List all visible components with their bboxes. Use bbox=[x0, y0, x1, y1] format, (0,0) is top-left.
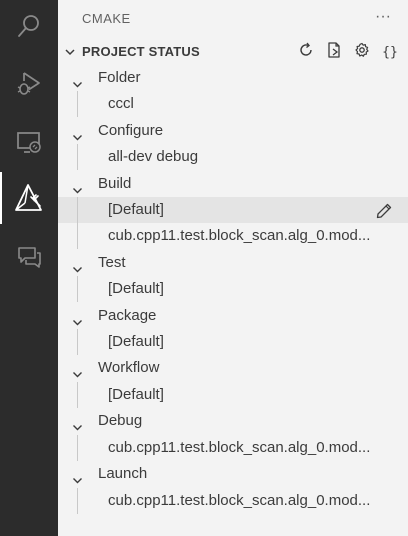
tree-item-label: Workflow bbox=[98, 359, 160, 376]
tree-item-workflow-value[interactable]: [Default] bbox=[58, 382, 408, 408]
tree-item-folder[interactable]: Folder bbox=[58, 65, 408, 91]
cmake-icon bbox=[14, 183, 44, 213]
tree-item-value: cub.cpp11.test.block_scan.alg_0.mod... bbox=[108, 439, 371, 456]
tree-item-launch-value[interactable]: cub.cpp11.test.block_scan.alg_0.mod... bbox=[58, 488, 408, 514]
tree-item-debug[interactable]: Debug bbox=[58, 408, 408, 434]
run-debug-activity-button[interactable] bbox=[0, 58, 58, 110]
settings-button[interactable] bbox=[352, 42, 372, 62]
remote-explorer-activity-button[interactable] bbox=[0, 116, 58, 168]
tree-item-debug-value[interactable]: cub.cpp11.test.block_scan.alg_0.mod... bbox=[58, 435, 408, 461]
search-icon bbox=[16, 13, 42, 39]
tree-item-value: [Default] bbox=[108, 333, 164, 350]
tree-item-build-default[interactable]: [Default] bbox=[58, 197, 408, 223]
tree-item-value: cub.cpp11.test.block_scan.alg_0.mod... bbox=[108, 227, 371, 244]
tree-item-configure[interactable]: Configure bbox=[58, 118, 408, 144]
settings-gear-icon bbox=[354, 42, 370, 63]
section-title: PROJECT STATUS bbox=[82, 44, 200, 59]
tree-item-label: Configure bbox=[98, 122, 164, 139]
tree-item-label: Build bbox=[98, 175, 132, 192]
tree-item-value: [Default] bbox=[108, 280, 164, 297]
remote-explorer-icon bbox=[15, 128, 43, 156]
tree-item-test[interactable]: Test bbox=[58, 250, 408, 276]
tree-item-value: [Default] bbox=[108, 201, 164, 218]
open-json-button[interactable]: {} bbox=[380, 42, 400, 62]
project-status-header[interactable]: PROJECT STATUS {} bbox=[58, 41, 408, 63]
tree-item-package-value[interactable]: [Default] bbox=[58, 329, 408, 355]
json-braces-icon: {} bbox=[382, 44, 398, 60]
run-debug-icon bbox=[15, 70, 43, 98]
pencil-icon bbox=[376, 203, 392, 223]
activity-bar bbox=[0, 0, 58, 536]
chat-activity-button[interactable] bbox=[0, 230, 58, 282]
tree-item-configure-value[interactable]: all-dev debug bbox=[58, 144, 408, 170]
edit-button[interactable] bbox=[376, 202, 392, 219]
new-file-icon bbox=[326, 41, 342, 63]
tree-item-workflow[interactable]: Workflow bbox=[58, 355, 408, 381]
tree-item-value: cccl bbox=[108, 95, 134, 112]
chat-icon bbox=[15, 242, 43, 270]
new-file-button[interactable] bbox=[324, 41, 344, 63]
more-actions-button[interactable]: ··· bbox=[372, 6, 394, 28]
section-actions: {} bbox=[296, 41, 400, 63]
refresh-icon bbox=[298, 42, 314, 63]
tree-item-launch[interactable]: Launch bbox=[58, 461, 408, 487]
refresh-button[interactable] bbox=[296, 42, 316, 62]
tree-item-folder-value[interactable]: cccl bbox=[58, 91, 408, 117]
chevron-down-icon bbox=[64, 45, 76, 63]
cmake-activity-button[interactable] bbox=[0, 172, 58, 224]
tree-item-package[interactable]: Package bbox=[58, 303, 408, 329]
more-icon: ··· bbox=[375, 8, 391, 25]
tree-item-label: Package bbox=[98, 307, 157, 324]
tree-item-value: cub.cpp11.test.block_scan.alg_0.mod... bbox=[108, 492, 371, 509]
tree-item-build-target[interactable]: cub.cpp11.test.block_scan.alg_0.mod... bbox=[58, 223, 408, 249]
search-activity-button[interactable] bbox=[0, 0, 58, 52]
sidebar-title: CMAKE bbox=[82, 11, 131, 26]
tree-item-value: [Default] bbox=[108, 386, 164, 403]
tree-item-label: Launch bbox=[98, 465, 148, 482]
tree-item-label: Folder bbox=[98, 69, 141, 86]
tree-item-build[interactable]: Build bbox=[58, 171, 408, 197]
tree-item-value: all-dev debug bbox=[108, 148, 199, 165]
tree-item-label: Debug bbox=[98, 412, 143, 429]
cmake-sidebar: CMAKE ··· PROJECT STATUS {} Folder cccl … bbox=[58, 0, 408, 536]
tree-item-label: Test bbox=[98, 254, 126, 271]
tree-item-test-value[interactable]: [Default] bbox=[58, 276, 408, 302]
